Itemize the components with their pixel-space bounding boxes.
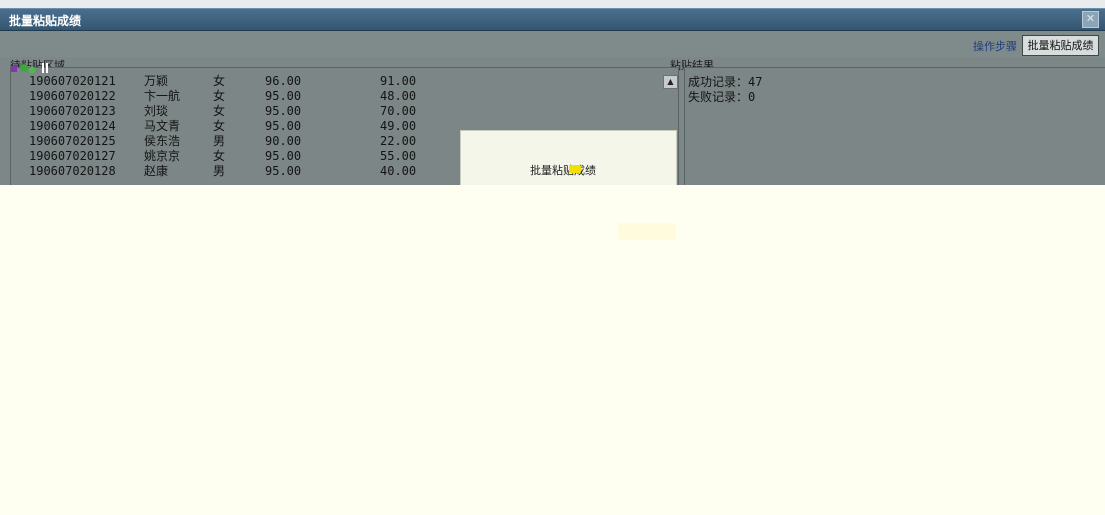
- student-name: 赵康: [144, 164, 169, 178]
- score-2: 22.00: [380, 134, 417, 148]
- student-id: 190607020124: [29, 119, 116, 133]
- fail-count: 失败记录：0: [688, 90, 756, 104]
- green-dot-icon: [28, 66, 36, 74]
- student-sex: 女: [213, 119, 226, 133]
- student-id: 190607020125: [29, 134, 116, 148]
- progress-modal: 批量粘贴成绩: [460, 130, 677, 187]
- student-name: 刘琰: [144, 104, 169, 118]
- score-2: 48.00: [380, 89, 417, 103]
- student-sex: 女: [213, 104, 226, 118]
- purple-square-icon: [11, 66, 17, 72]
- score-2: 40.00: [380, 164, 417, 178]
- scroll-up-arrow-icon[interactable]: ▲: [663, 75, 678, 89]
- score-2: 49.00: [380, 119, 417, 133]
- result-area: 成功记录：47 失败记录：0: [684, 67, 1105, 186]
- student-sex: 女: [213, 89, 226, 103]
- score-1: 95.00: [265, 89, 302, 103]
- score-1: 95.00: [265, 164, 302, 178]
- student-name: 马文青: [144, 119, 181, 133]
- overlay-button[interactable]: [618, 223, 676, 240]
- status-icons: [11, 63, 48, 74]
- score-1: 90.00: [265, 134, 302, 148]
- toolbar: [0, 31, 1105, 57]
- success-count: 成功记录：47: [688, 75, 763, 89]
- green-dot-icon: [20, 64, 28, 72]
- bar-icon: [46, 63, 48, 73]
- student-name: 万颖: [144, 74, 169, 88]
- dialog-title: 批量粘贴成绩: [9, 14, 82, 28]
- score-2: 55.00: [380, 149, 417, 163]
- score-2: 91.00: [380, 74, 417, 88]
- score-2: 70.00: [380, 104, 417, 118]
- student-name: 侯东浩: [144, 134, 181, 148]
- top-strip: [0, 0, 1105, 8]
- close-icon[interactable]: ✕: [1082, 11, 1099, 28]
- score-1: 95.00: [265, 149, 302, 163]
- student-id: 190607020127: [29, 149, 116, 163]
- student-name: 卞一航: [144, 89, 181, 103]
- result-text: 成功记录：47 失败记录：0: [688, 75, 762, 105]
- loading-overlay: [0, 185, 1105, 515]
- student-id: 190607020122: [29, 89, 116, 103]
- score-1: 95.00: [265, 119, 302, 133]
- student-sex: 女: [213, 74, 226, 88]
- score-1: 96.00: [265, 74, 302, 88]
- bar-icon: [42, 63, 44, 73]
- steps-link[interactable]: 操作步骤: [973, 38, 1017, 54]
- student-sex: 男: [213, 164, 226, 178]
- batch-paste-button[interactable]: 批量粘贴成绩: [1022, 35, 1099, 56]
- loading-icon: [569, 165, 581, 173]
- score-1: 95.00: [265, 104, 302, 118]
- title-bar: 批量粘贴成绩 ✕: [0, 8, 1105, 31]
- modal-text: 批量粘贴成绩: [530, 164, 596, 177]
- student-sex: 男: [213, 134, 226, 148]
- student-id: 190607020128: [29, 164, 116, 178]
- student-id: 190607020121: [29, 74, 116, 88]
- student-id: 190607020123: [29, 104, 116, 118]
- student-sex: 女: [213, 149, 226, 163]
- student-name: 姚京京: [144, 149, 181, 163]
